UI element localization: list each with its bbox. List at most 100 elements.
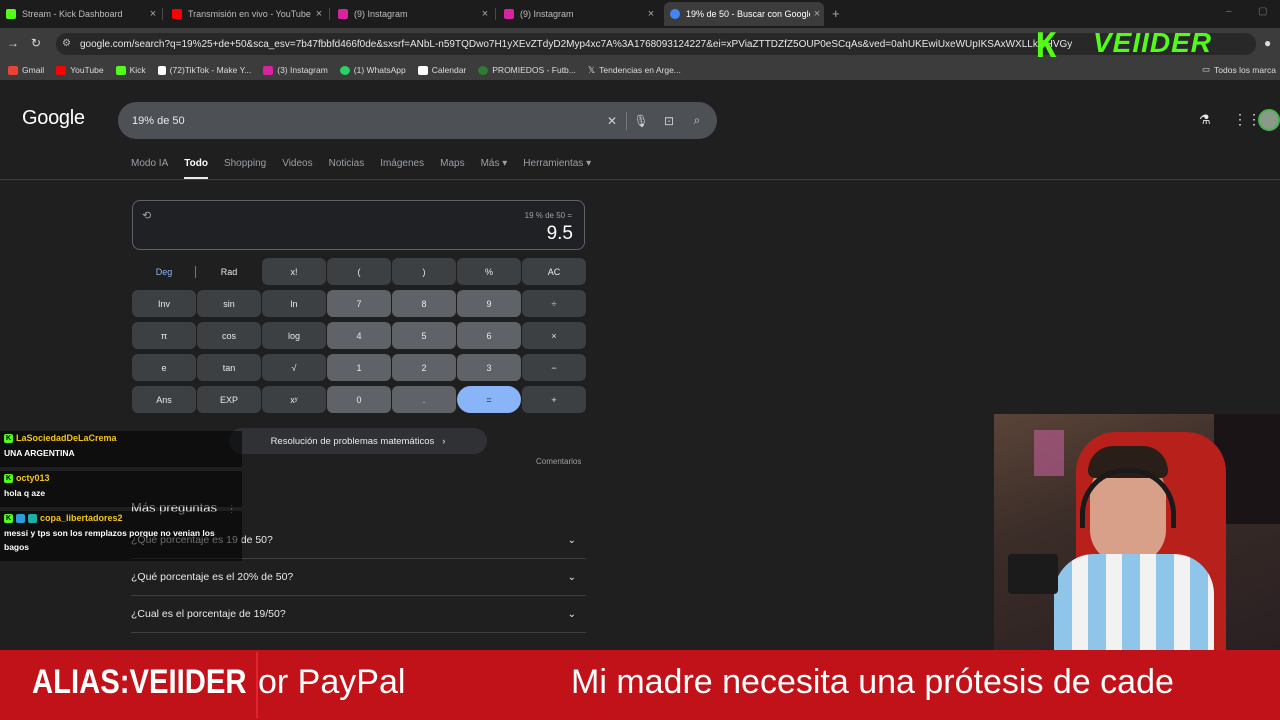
chat-username: LaSociedadDeLaCrema: [16, 433, 117, 443]
close-icon[interactable]: ×: [312, 8, 326, 20]
all-bookmarks-folder[interactable]: ▭ Todos los marca: [1202, 64, 1276, 75]
e-key[interactable]: e: [132, 354, 196, 381]
digit-1-key[interactable]: 1: [327, 354, 391, 381]
digit-8-key[interactable]: 8: [392, 290, 456, 317]
tab-google-search[interactable]: 19% de 50 - Buscar con Google ×: [664, 2, 824, 26]
google-logo[interactable]: Google: [22, 107, 85, 130]
history-icon[interactable]: ⟲: [142, 209, 151, 222]
open-paren-key[interactable]: (: [327, 258, 391, 285]
search-input[interactable]: 19% de 50: [132, 115, 598, 127]
search-icon[interactable]: ⌕: [683, 113, 711, 128]
chat-message: K LaSociedadDeLaCrema UNA ARGENTINA: [0, 431, 242, 467]
address-bar[interactable]: ⚙ google.com/search?q=19%25+de+50&sca_es…: [56, 33, 1256, 55]
close-icon[interactable]: ×: [644, 8, 658, 20]
deg-rad-divider: [195, 266, 196, 278]
exp-key[interactable]: EXP: [197, 386, 261, 413]
tab-title: Transmisión en vivo - YouTube: [188, 9, 311, 19]
bookmark-kick[interactable]: Kick: [115, 65, 146, 75]
digit-7-key[interactable]: 7: [327, 290, 391, 317]
bookmark-youtube[interactable]: YouTube: [56, 65, 104, 75]
reload-icon[interactable]: ↻: [31, 36, 41, 50]
clear-key[interactable]: AC: [522, 258, 586, 285]
tab-mas[interactable]: Más ▾: [481, 158, 508, 180]
plus-key[interactable]: +: [522, 386, 586, 413]
tab-modo-ia[interactable]: Modo IA: [131, 158, 168, 180]
tab-videos[interactable]: Videos: [282, 158, 312, 180]
minimize-icon[interactable]: –: [1226, 6, 1232, 17]
digit-6-key[interactable]: 6: [457, 322, 521, 349]
percent-key[interactable]: %: [457, 258, 521, 285]
decimal-key[interactable]: .: [392, 386, 456, 413]
math-solver-button[interactable]: Resolución de problemas matemáticos ›: [229, 428, 487, 454]
chevron-down-icon: ⌄: [567, 534, 576, 546]
rad-key[interactable]: Rad: [197, 258, 261, 285]
comments-link[interactable]: Comentarios: [536, 457, 581, 466]
bookmark-gmail[interactable]: Gmail: [8, 65, 44, 75]
clear-icon[interactable]: ✕: [598, 114, 626, 128]
close-icon[interactable]: ×: [478, 8, 492, 20]
poster-decor: [1034, 430, 1064, 476]
factorial-key[interactable]: x!: [262, 258, 326, 285]
kick-badge-icon: K: [4, 513, 13, 523]
bookmark-tiktok[interactable]: (72)TikTok - Make Y...: [157, 65, 251, 75]
tab-instagram-1[interactable]: (9) Instagram ×: [332, 2, 492, 26]
youtube-icon: [56, 65, 67, 75]
address-url: google.com/search?q=19%25+de+50&sca_esv=…: [80, 38, 1073, 50]
digit-2-key[interactable]: 2: [392, 354, 456, 381]
pi-key[interactable]: π: [132, 322, 196, 349]
tab-herramientas[interactable]: Herramientas ▾: [523, 158, 591, 180]
maximize-icon[interactable]: ▢: [1258, 6, 1267, 17]
tab-divider: [329, 8, 330, 20]
digit-0-key[interactable]: 0: [327, 386, 391, 413]
inverse-key[interactable]: Inv: [132, 290, 196, 317]
tab-todo[interactable]: Todo: [184, 158, 208, 180]
equals-key[interactable]: =: [457, 386, 521, 413]
tab-kick-dashboard[interactable]: Stream - Kick Dashboard ×: [0, 2, 160, 26]
bookmark-whatsapp[interactable]: (1) WhatsApp: [339, 65, 406, 75]
tab-instagram-2[interactable]: (9) Instagram ×: [498, 2, 658, 26]
close-paren-key[interactable]: ): [392, 258, 456, 285]
lens-icon[interactable]: ⊡: [655, 114, 683, 128]
tab-noticias[interactable]: Noticias: [329, 158, 365, 180]
ans-key[interactable]: Ans: [132, 386, 196, 413]
multiply-key[interactable]: ×: [522, 322, 586, 349]
cos-key[interactable]: cos: [197, 322, 261, 349]
digit-4-key[interactable]: 4: [327, 322, 391, 349]
digit-9-key[interactable]: 9: [457, 290, 521, 317]
bookmark-x-trends[interactable]: 𝕏 Tendencias en Arge...: [588, 65, 681, 76]
bookmark-instagram[interactable]: (3) Instagram: [263, 65, 328, 75]
power-key[interactable]: xʸ: [262, 386, 326, 413]
question-item[interactable]: ¿Cual es el porcentaje de 19/50? ⌄: [131, 596, 586, 633]
new-tab-icon[interactable]: +: [832, 6, 840, 21]
site-info-icon[interactable]: ⚙: [62, 38, 71, 49]
apps-grid-icon[interactable]: ⋮⋮: [1233, 111, 1261, 128]
log-key[interactable]: log: [262, 322, 326, 349]
account-avatar[interactable]: [1258, 109, 1280, 131]
sin-key[interactable]: sin: [197, 290, 261, 317]
microphone-icon[interactable]: 🎙: [627, 114, 655, 128]
digit-3-key[interactable]: 3: [457, 354, 521, 381]
promiedos-icon: [478, 65, 489, 75]
tab-shopping[interactable]: Shopping: [224, 158, 266, 180]
close-icon[interactable]: ×: [810, 8, 824, 20]
bookmark-calendar[interactable]: Calendar: [417, 65, 466, 75]
profile-icon[interactable]: ●: [1264, 36, 1271, 50]
tan-key[interactable]: tan: [197, 354, 261, 381]
forward-icon[interactable]: →: [7, 36, 19, 50]
tab-imagenes[interactable]: Imágenes: [380, 158, 424, 180]
digit-5-key[interactable]: 5: [392, 322, 456, 349]
sqrt-key[interactable]: √: [262, 354, 326, 381]
question-item[interactable]: ¿Qué porcentaje es el 20% de 50? ⌄: [131, 559, 586, 596]
labs-icon[interactable]: ⚗: [1199, 112, 1211, 128]
ln-key[interactable]: ln: [262, 290, 326, 317]
search-box[interactable]: 19% de 50 ✕ 🎙 ⊡ ⌕: [118, 102, 717, 139]
tab-youtube-live[interactable]: Transmisión en vivo - YouTube ×: [166, 2, 326, 26]
tab-title: (9) Instagram: [520, 9, 574, 19]
deg-key[interactable]: Deg: [132, 258, 196, 285]
search-tabs: Modo IA Todo Shopping Videos Noticias Im…: [131, 158, 607, 180]
tab-maps[interactable]: Maps: [440, 158, 464, 180]
bookmark-promiedos[interactable]: PROMIEDOS - Futb...: [478, 65, 576, 75]
close-icon[interactable]: ×: [146, 8, 160, 20]
minus-key[interactable]: −: [522, 354, 586, 381]
divide-key[interactable]: ÷: [522, 290, 586, 317]
